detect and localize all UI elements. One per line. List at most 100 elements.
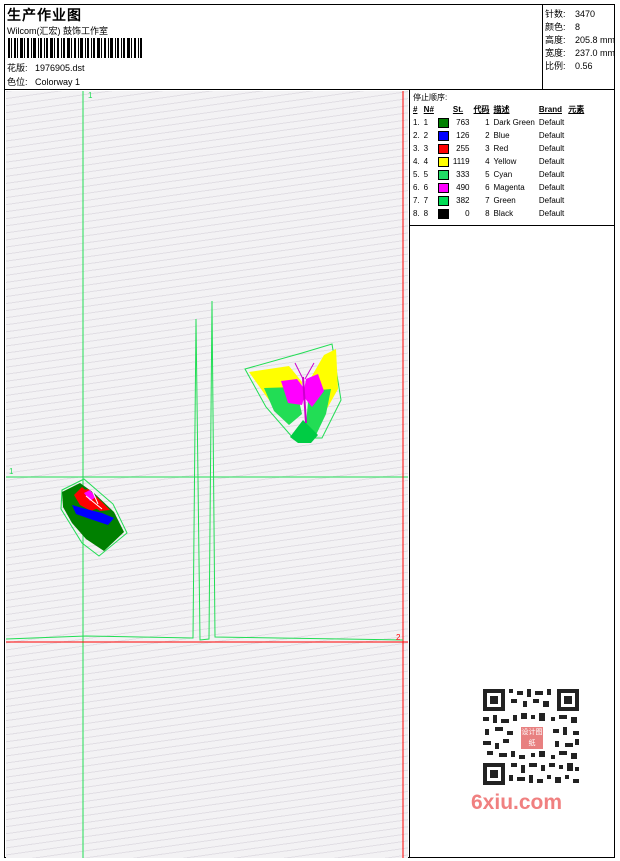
row-element — [566, 194, 586, 207]
color-swatch — [436, 155, 451, 168]
row-stitches: 763 — [456, 118, 470, 127]
row-description: Magenta — [493, 183, 525, 192]
design-file-row: 花版: 1976905.dst — [7, 61, 85, 74]
row-element — [566, 168, 586, 181]
stat-stitches: 针数: 3470 — [545, 9, 596, 19]
design-canvas: 1 1 2 — [6, 91, 408, 858]
row-stitches: 126 — [456, 131, 470, 140]
row-number: 2 — [423, 131, 429, 140]
row-number: 1 — [423, 118, 429, 127]
row-stitches: 0 — [465, 209, 470, 218]
row-description: Green — [493, 196, 516, 205]
color-swatch-box — [437, 195, 449, 206]
row-index: 5. — [413, 170, 420, 179]
row-code: 1 — [485, 118, 490, 127]
colorway-label: 色位: — [7, 77, 28, 87]
table-row: 6. 6 490 6 Magenta Default — [411, 181, 586, 194]
guide-marker-left: 1 — [9, 467, 14, 476]
color-swatch-box — [437, 156, 449, 167]
stat-height: 高度: 205.8 mm — [545, 35, 616, 45]
color-swatch — [436, 207, 451, 220]
row-element — [566, 129, 586, 142]
row-code: 8 — [485, 209, 490, 218]
design-file-value: 1976905.dst — [35, 63, 85, 73]
row-code: 3 — [485, 144, 490, 153]
table-row: 1. 1 763 1 Dark Green Default — [411, 116, 586, 129]
row-description: Cyan — [493, 170, 513, 179]
colorway-row: 色位: Colorway 1 — [7, 75, 80, 88]
row-index: 3. — [413, 144, 420, 153]
row-element — [566, 207, 586, 220]
table-row: 8. 8 0 8 Black Default — [411, 207, 586, 220]
table-row: 7. 7 382 7 Green Default — [411, 194, 586, 207]
row-index: 7. — [413, 196, 420, 205]
color-swatch-box — [437, 130, 449, 141]
company-name: Wilcom(汇宏) 鼓饰工作室 — [7, 26, 108, 36]
color-swatch — [436, 129, 451, 142]
watermark-text: 6xiu.com — [471, 791, 563, 814]
row-index: 6. — [413, 183, 420, 192]
row-brand: Default — [538, 183, 565, 192]
design-file-label: 花版: — [7, 63, 28, 73]
qr-logo-stamp: 设计图纸 — [521, 729, 543, 747]
sequence-divider — [410, 225, 615, 226]
embroidery-preview — [6, 91, 408, 858]
row-number: 8 — [423, 209, 429, 218]
row-brand: Default — [538, 209, 565, 218]
stop-sequence-title: 停止顺序: — [413, 93, 448, 102]
col-code: 代码 — [473, 105, 490, 114]
row-code: 4 — [485, 157, 490, 166]
row-brand: Default — [538, 170, 565, 179]
table-header: # N# St. 代码 描述 Brand 元素 — [411, 103, 586, 116]
row-code: 5 — [485, 170, 490, 179]
colorway-value: Colorway 1 — [35, 77, 81, 87]
row-index: 4. — [413, 157, 420, 166]
header-divider — [5, 89, 614, 90]
row-description: Blue — [493, 131, 510, 140]
row-brand: Default — [538, 157, 565, 166]
row-brand: Default — [538, 196, 565, 205]
row-code: 6 — [485, 183, 490, 192]
color-swatch-box — [437, 169, 449, 180]
row-brand: Default — [538, 144, 565, 153]
col-description: 描述 — [493, 105, 510, 114]
row-description: Black — [493, 209, 514, 218]
barcode — [8, 38, 142, 58]
col-index: # — [413, 105, 418, 114]
row-element — [566, 181, 586, 194]
color-swatch-box — [437, 143, 449, 154]
row-description: Dark Green — [493, 118, 535, 127]
col-brand: Brand — [538, 105, 562, 114]
table-row: 4. 4 1119 4 Yellow Default — [411, 155, 586, 168]
row-number: 6 — [423, 183, 429, 192]
row-stitches: 333 — [456, 170, 470, 179]
stat-scale: 比例: 0.56 — [545, 61, 593, 71]
stats-panel: 针数: 3470 颜色: 8 高度: 205.8 mm 宽度: 237.0 mm 比例:… — [542, 5, 616, 89]
row-brand: Default — [538, 131, 565, 140]
col-swatch — [436, 103, 451, 116]
color-swatch — [436, 181, 451, 194]
row-stitches: 1119 — [452, 157, 470, 166]
header-info: 生产作业图 Wilcom(汇宏) 鼓饰工作室 花版: 1976905.dst 色… — [5, 5, 541, 89]
row-code: 7 — [485, 196, 490, 205]
row-description: Red — [493, 144, 509, 153]
butterfly-small — [60, 478, 128, 557]
col-number: N# — [423, 105, 434, 114]
jump-stitch-path — [6, 300, 404, 641]
row-stitches: 490 — [456, 183, 470, 192]
color-swatch-box — [437, 117, 449, 128]
table-row: 2. 2 126 2 Blue Default — [411, 129, 586, 142]
page-title: 生产作业图 — [7, 7, 82, 23]
stat-colors: 颜色: 8 — [545, 22, 581, 32]
stat-width: 宽度: 237.0 mm — [545, 48, 616, 58]
panel-divider — [409, 90, 410, 858]
stop-sequence-table: # N# St. 代码 描述 Brand 元素 1. 1 763 1 Dark Gree… — [411, 103, 586, 220]
guide-marker-top: 1 — [88, 91, 93, 100]
butterfly-large — [244, 343, 342, 443]
table-row: 3. 3 255 3 Red Default — [411, 142, 586, 155]
row-stitches: 382 — [456, 196, 470, 205]
production-sheet: 生产作业图 Wilcom(汇宏) 鼓饰工作室 花版: 1976905.dst 色… — [4, 4, 615, 858]
row-index: 2. — [413, 131, 420, 140]
row-element — [566, 155, 586, 168]
color-swatch-box — [437, 182, 449, 193]
